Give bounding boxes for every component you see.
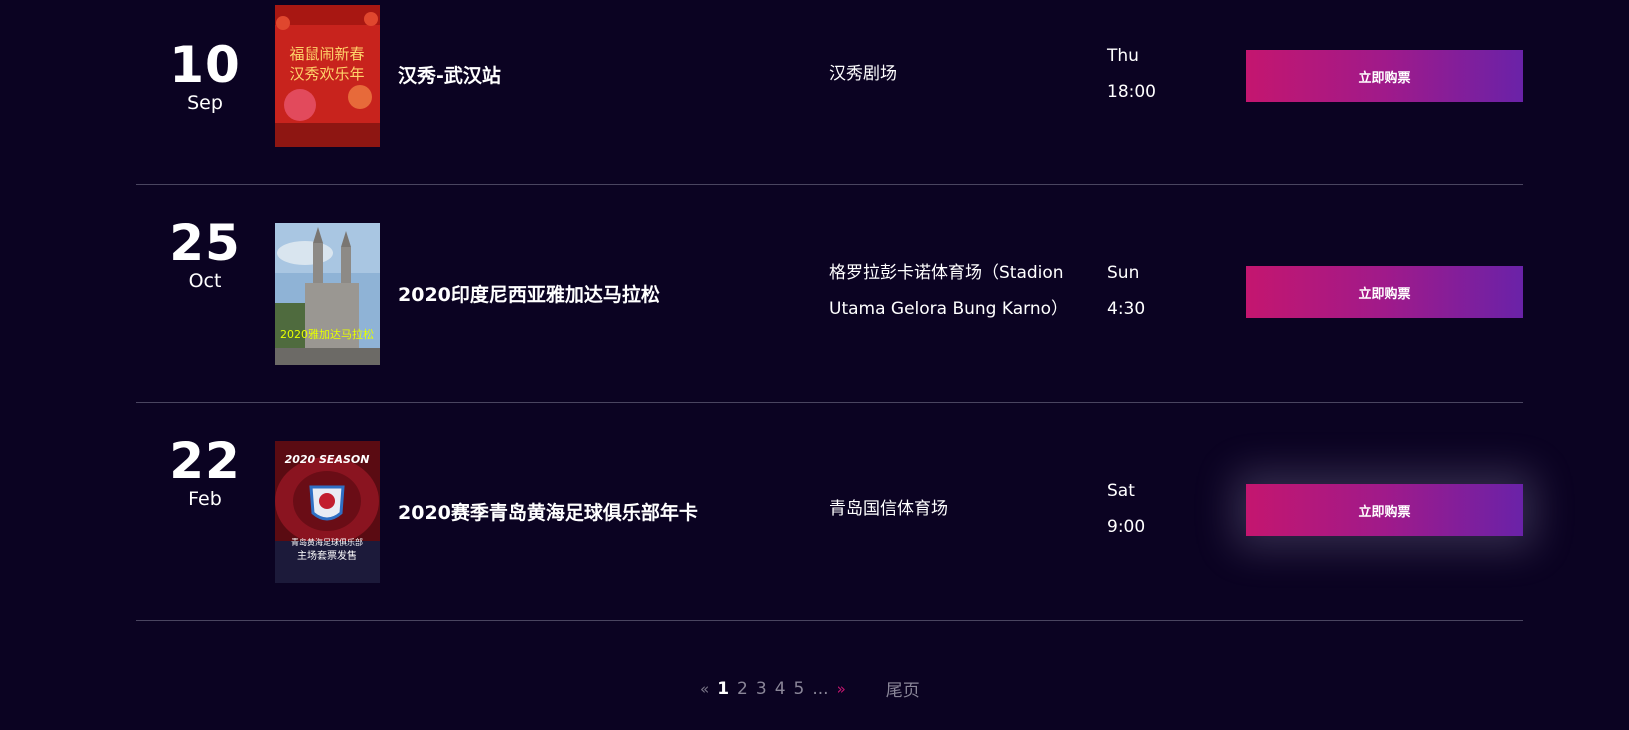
event-date: 10 Sep (166, 40, 244, 114)
event-hour: 4:30 (1107, 299, 1146, 319)
event-venue: 格罗拉彭卡诺体育场（Stadion Utama Gelora Bung Karn… (829, 263, 1069, 319)
event-date: 22 Feb (166, 436, 244, 510)
event-date: 25 Oct (166, 218, 244, 292)
event-row: 10 Sep 福鼠闹新春 汉秀欢乐年 汉秀-武汉站 汉秀剧场 Thu 18:00… (136, 0, 1523, 185)
pagination-ellipsis: ... (812, 678, 829, 699)
event-title[interactable]: 2020赛季青岛黄海足球俱乐部年卡 (398, 501, 698, 525)
page-link-5[interactable]: 5 (794, 679, 805, 699)
event-weekday: Sat (1107, 481, 1135, 501)
last-page-link[interactable]: 尾页 (886, 676, 920, 701)
event-month: Feb (188, 488, 222, 510)
next-page-link[interactable]: » (837, 680, 846, 698)
poster-line-2: 青岛黄海足球俱乐部 (291, 537, 363, 547)
event-month: Oct (188, 270, 222, 292)
page-link-1[interactable]: 1 (717, 679, 729, 699)
page-link-2[interactable]: 2 (737, 679, 748, 699)
event-venue: 汉秀剧场 (829, 64, 897, 84)
event-day: 25 (169, 214, 241, 272)
event-poster[interactable]: 福鼠闹新春 汉秀欢乐年 (275, 5, 380, 147)
event-time: Sat 9:00 (1107, 473, 1145, 545)
event-time: Sun 4:30 (1107, 255, 1145, 327)
event-poster[interactable]: 2020雅加达马拉松 (275, 223, 380, 365)
event-time: Thu 18:00 (1107, 38, 1156, 110)
buy-ticket-button[interactable]: 立即购票 (1246, 266, 1523, 318)
event-title[interactable]: 2020印度尼西亚雅加达马拉松 (398, 283, 660, 307)
page-link-4[interactable]: 4 (775, 679, 786, 699)
buy-ticket-button[interactable]: 立即购票 (1246, 50, 1523, 102)
poster-line-2: 汉秀欢乐年 (289, 65, 364, 83)
event-month: Sep (187, 92, 223, 114)
buy-ticket-button[interactable]: 立即购票 (1246, 484, 1523, 536)
poster-line-1: 2020 SEASON (285, 453, 370, 466)
event-poster[interactable]: 2020 SEASON 青岛黄海足球俱乐部 主场套票发售 (275, 441, 380, 583)
poster-line-3: 主场套票发售 (297, 549, 357, 562)
event-weekday: Sun (1107, 263, 1140, 283)
event-day: 22 (169, 432, 241, 490)
event-hour: 9:00 (1107, 517, 1146, 537)
prev-page-link[interactable]: « (700, 680, 709, 698)
event-row: 22 Feb 2020 SEASON 青岛黄海足球俱乐部 主场套票发售 2020… (136, 403, 1523, 621)
event-list: 10 Sep 福鼠闹新春 汉秀欢乐年 汉秀-武汉站 汉秀剧场 Thu 18:00… (136, 0, 1523, 621)
pagination: « 1 2 3 4 5 ... » 尾页 (700, 676, 928, 702)
event-venue: 青岛国信体育场 (829, 499, 948, 519)
event-day: 10 (169, 36, 241, 94)
event-title[interactable]: 汉秀-武汉站 (398, 64, 501, 88)
page-link-3[interactable]: 3 (756, 679, 767, 699)
poster-line-1: 2020雅加达马拉松 (280, 327, 374, 341)
event-weekday: Thu (1107, 46, 1139, 66)
poster-line-1: 福鼠闹新春 (289, 45, 364, 63)
event-hour: 18:00 (1107, 82, 1156, 102)
event-row: 25 Oct 2020雅加达马拉松 2020印度尼西亚雅加达马拉松 格罗拉彭卡诺… (136, 185, 1523, 403)
